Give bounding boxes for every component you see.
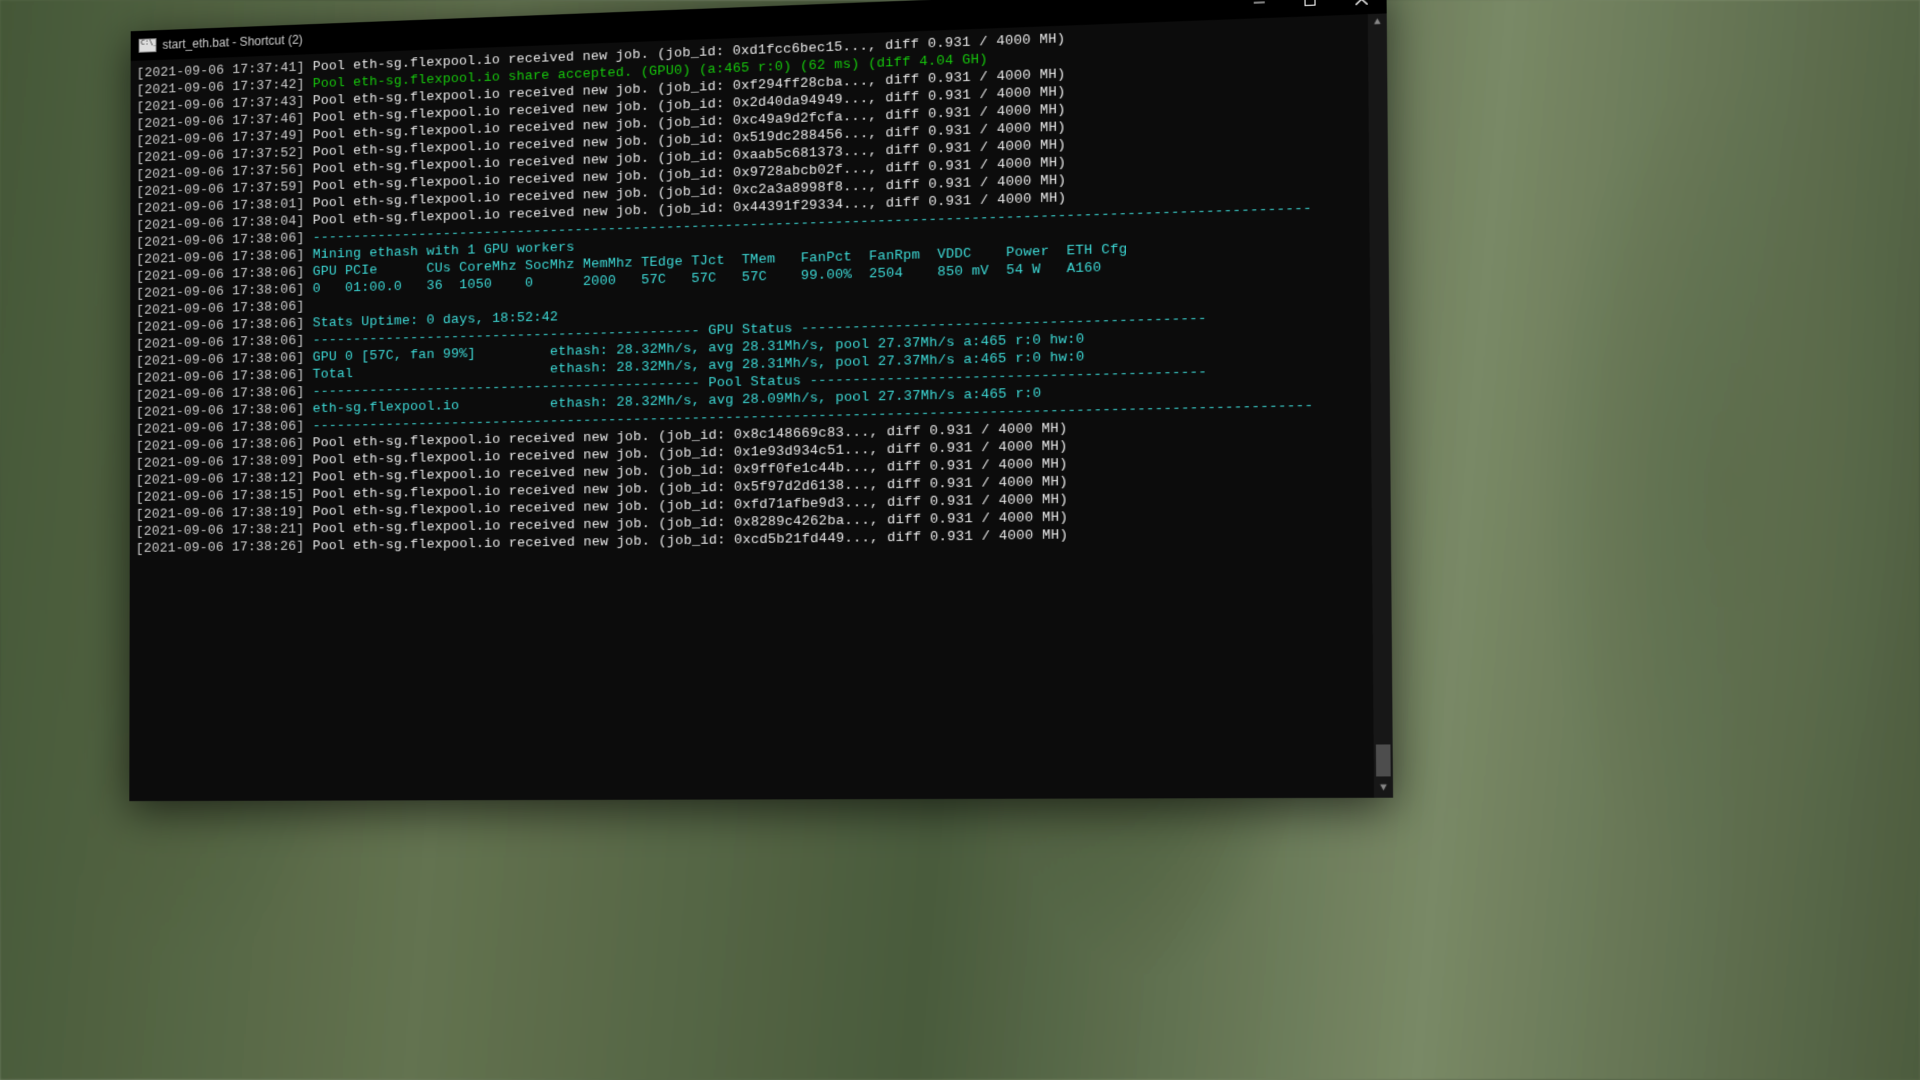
terminal-output: [2021-09-06 17:37:41] Pool eth-sg.flexpo…: [129, 13, 1393, 805]
scroll-up-button[interactable]: ▲: [1368, 13, 1387, 32]
cmd-icon: [139, 38, 157, 53]
terminal-window: start_eth.bat - Shortcut (2) [2021-09-06…: [129, 0, 1393, 801]
scroll-thumb[interactable]: [1376, 744, 1391, 776]
window-title: start_eth.bat - Shortcut (2): [162, 32, 302, 51]
minimize-button[interactable]: [1234, 0, 1285, 19]
scroll-down-button[interactable]: ▼: [1374, 780, 1393, 798]
